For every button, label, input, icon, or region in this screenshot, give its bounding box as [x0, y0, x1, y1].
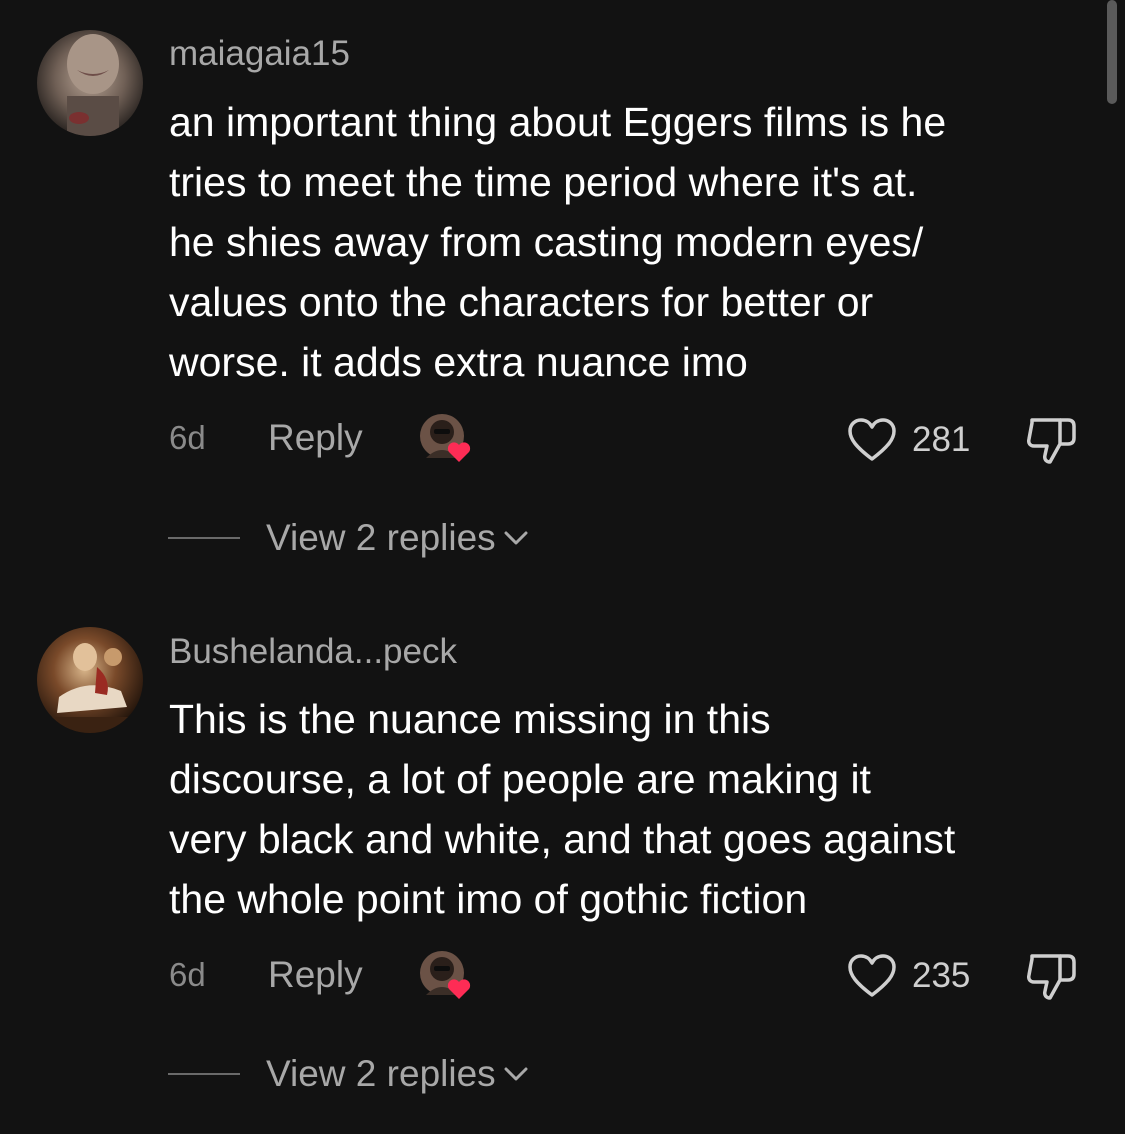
comment-text-line: worse. it adds extra nuance imo	[169, 339, 748, 385]
view-replies-label: View 2 replies	[266, 517, 496, 558]
comment-username[interactable]: Bushelanda...peck	[169, 632, 457, 672]
thumbs-down-icon[interactable]	[1024, 950, 1080, 1002]
creator-liked-heart-icon	[416, 949, 476, 1001]
comment-text-line: very black and white, and that goes agai…	[169, 816, 956, 862]
comment-text: This is the nuance missing in this disco…	[169, 689, 1099, 929]
like-count: 281	[912, 420, 971, 459]
comment-text-line: discourse, a lot of people are making it	[169, 756, 871, 802]
chevron-down-icon	[504, 1067, 528, 1081]
divider	[168, 1073, 240, 1075]
avatar[interactable]	[37, 627, 143, 733]
comment-text: an important thing about Eggers films is…	[169, 92, 1099, 392]
divider	[168, 537, 240, 539]
scrollbar[interactable]	[1107, 0, 1117, 104]
comment-timestamp: 6d	[169, 419, 206, 456]
heart-outline-icon[interactable]	[846, 416, 898, 464]
reply-button[interactable]: Reply	[268, 418, 363, 458]
like-count: 235	[912, 956, 971, 995]
comment-timestamp: 6d	[169, 956, 206, 993]
comment-text-line: he shies away from casting modern eyes/	[169, 219, 924, 265]
comment-text-line: an important thing about Eggers films is…	[169, 99, 947, 145]
avatar[interactable]	[37, 30, 143, 136]
view-replies-label: View 2 replies	[266, 1053, 496, 1094]
heart-outline-icon[interactable]	[846, 952, 898, 1000]
comment-text-line: tries to meet the time period where it's…	[169, 159, 918, 205]
creator-liked-heart-icon	[416, 412, 476, 464]
comment-text-line: values onto the characters for better or	[169, 279, 874, 325]
view-replies-button[interactable]: View 2 replies	[168, 516, 530, 560]
comment-text-line: the whole point imo of gothic fiction	[169, 876, 808, 922]
chevron-down-icon	[504, 531, 528, 545]
view-replies-button[interactable]: View 2 replies	[168, 1052, 530, 1096]
thumbs-down-icon[interactable]	[1024, 414, 1080, 466]
comment-username[interactable]: maiagaia15	[169, 34, 350, 74]
comment-text-line: This is the nuance missing in this	[169, 696, 771, 742]
reply-button[interactable]: Reply	[268, 955, 363, 995]
